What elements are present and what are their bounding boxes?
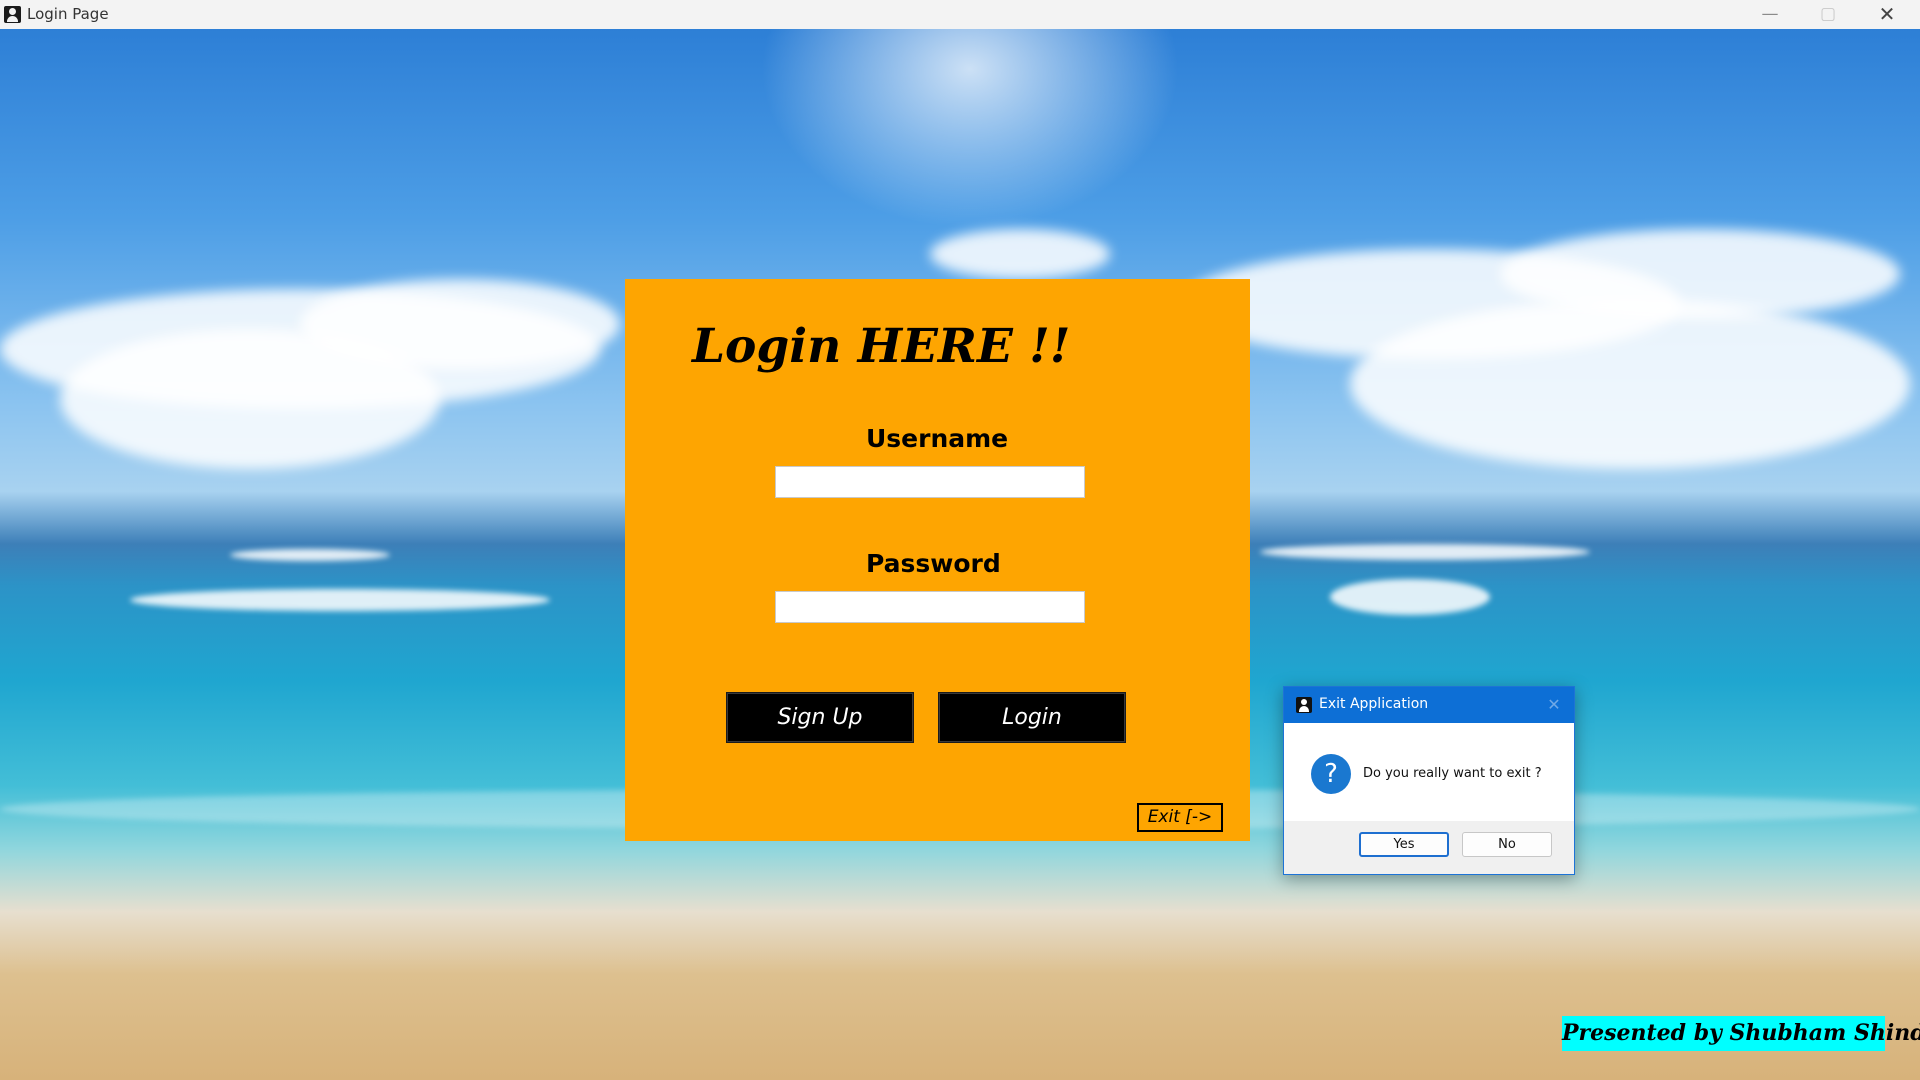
sign-up-button[interactable]: Sign Up xyxy=(726,692,914,743)
dialog-footer: Yes No xyxy=(1284,821,1574,874)
dialog-title-bar: Exit Application ✕ xyxy=(1284,687,1574,723)
maximize-button[interactable]: ▢ xyxy=(1799,0,1857,29)
wave-foam xyxy=(130,589,550,611)
username-label: Username xyxy=(866,424,1009,453)
app-icon xyxy=(4,6,21,23)
cloud xyxy=(1350,299,1910,469)
password-label: Password xyxy=(866,549,1001,578)
wave-foam xyxy=(230,549,390,561)
close-button[interactable]: ✕ xyxy=(1858,0,1916,29)
exit-dialog: Exit Application ✕ ? Do you really want … xyxy=(1283,686,1575,875)
login-title: Login HERE !! xyxy=(692,319,1071,374)
username-input[interactable] xyxy=(775,466,1085,498)
password-input[interactable] xyxy=(775,591,1085,623)
sun-glow xyxy=(760,29,1180,229)
yes-button[interactable]: Yes xyxy=(1359,832,1449,857)
dialog-message: Do you really want to exit ? xyxy=(1363,766,1542,781)
cloud xyxy=(1500,229,1900,319)
exit-button[interactable]: Exit [-> xyxy=(1137,803,1223,832)
minimize-button[interactable]: — xyxy=(1741,0,1799,29)
dialog-app-icon xyxy=(1296,697,1312,713)
presenter-credit: Presented by Shubham Shinde xyxy=(1562,1016,1920,1051)
dialog-close-button[interactable]: ✕ xyxy=(1543,694,1565,716)
login-button[interactable]: Login xyxy=(938,692,1126,743)
login-panel: Login HERE !! Username Password Sign Up … xyxy=(625,279,1250,841)
window-title: Login Page xyxy=(27,5,109,23)
wave-foam xyxy=(1260,544,1590,560)
question-icon: ? xyxy=(1311,754,1351,794)
wave-foam xyxy=(1330,579,1490,615)
dialog-title: Exit Application xyxy=(1319,696,1429,712)
cloud xyxy=(930,229,1110,279)
window-title-bar: Login Page — ▢ ✕ xyxy=(0,0,1920,30)
no-button[interactable]: No xyxy=(1462,832,1552,857)
cloud xyxy=(300,279,620,369)
